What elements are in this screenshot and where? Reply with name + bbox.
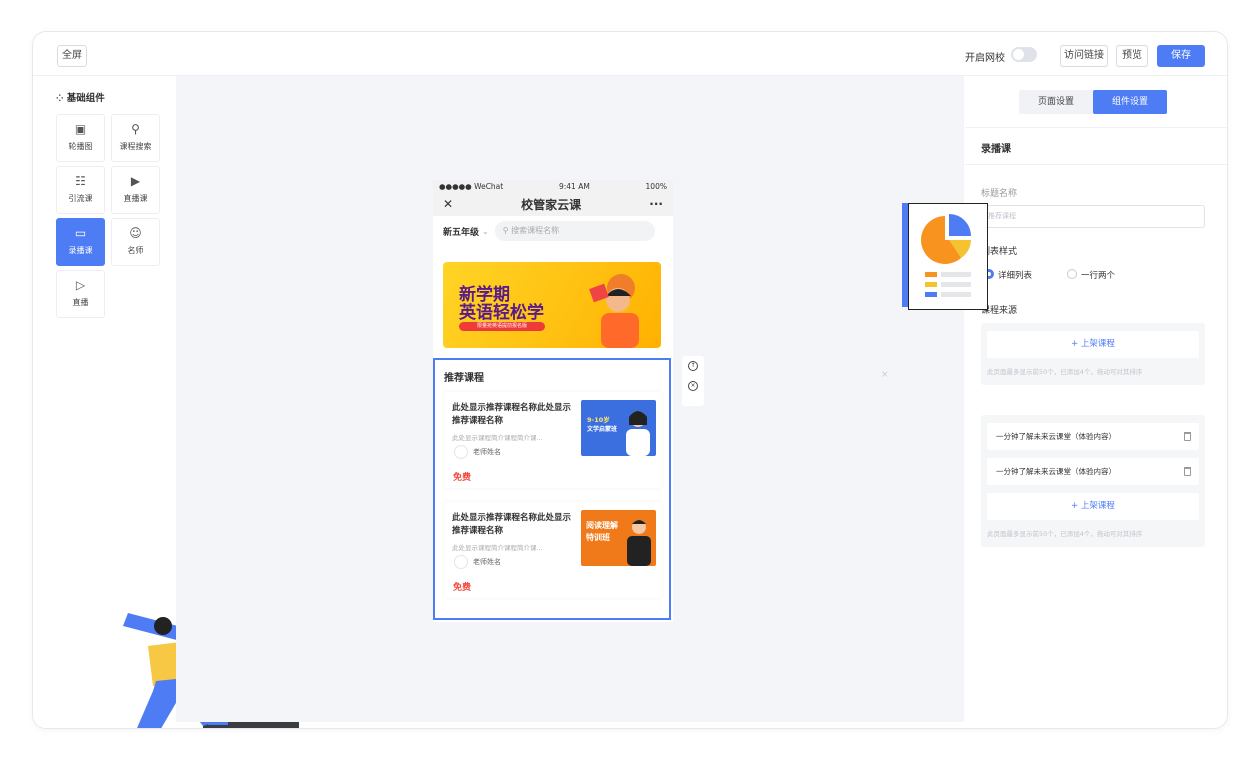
trash-icon[interactable] — [1184, 467, 1191, 476]
course-card[interactable]: 此处显示推荐课程名称此处显示推荐课程名称 此处显示课程简介课程简介课... 老师… — [444, 392, 662, 488]
course-search-input[interactable]: ⚲ 搜索课程名称 — [494, 221, 655, 241]
chevron-down-icon: ⌄ — [482, 226, 489, 236]
recommend-section[interactable]: 推荐课程 此处显示推荐课程名称此处显示推荐课程名称 此处显示课程简介课程简介课.… — [433, 358, 671, 620]
play-icon: ▷ — [75, 278, 86, 292]
settings-panel: 页面设置 组件设置 录播课 标题名称 推荐课程 列表样式 详细列表 一行两个 课… — [965, 76, 1227, 728]
editor-canvas: ●●●●● WeChat 9:41 AM 100% ✕ 校管家云课 ··· 新五… — [176, 76, 964, 722]
phone-title-bar: ✕ 校管家云课 ··· — [433, 192, 673, 216]
add-course-button[interactable]: + 上架课程 — [987, 493, 1199, 520]
title-name-input[interactable]: 推荐课程 — [981, 205, 1205, 228]
banner-boy-illustration — [589, 274, 639, 348]
teacher-icon: ☺ — [129, 226, 142, 240]
tab-component-settings[interactable]: 组件设置 — [1093, 90, 1167, 114]
banner-line2: 英语轻松学 — [459, 303, 544, 323]
component-controls: ↑ × — [682, 356, 704, 406]
component-recorded-course[interactable]: ▭ 录播课 — [56, 218, 105, 266]
promo-banner[interactable]: 新学期 英语轻松学 限量抢英语提前报名版 — [443, 262, 661, 348]
tab-page-settings[interactable]: 页面设置 — [1019, 90, 1093, 114]
course-name: 此处显示推荐课程名称此处显示推荐课程名称 — [452, 403, 572, 426]
course-thumbnail: 阅读理解 特训班 — [581, 510, 656, 566]
course-desc: 此处显示课程简介课程简介课... — [452, 434, 543, 442]
course-price: 免费 — [453, 473, 472, 483]
course-source-box: + 上架课程 此页面最多显示前50个，已添加4个，拖动可对其排序 — [981, 323, 1205, 385]
canvas-close-icon[interactable]: × — [881, 370, 889, 380]
course-hint: 此页面最多显示前50个，已添加4个，拖动可对其排序 — [987, 530, 1143, 538]
fullscreen-button[interactable]: 全屏 — [57, 45, 87, 67]
toolbar: 全屏 开启网校 访问链接 预览 保存 — [33, 32, 1227, 76]
component-teacher[interactable]: ☺ 名师 — [111, 218, 160, 266]
course-list-item[interactable]: 一分钟了解未来云课堂（体验内容） — [987, 423, 1199, 450]
section-title: 录播课 — [981, 144, 1011, 155]
record-icon: ▭ — [74, 226, 87, 240]
component-carousel[interactable]: ▣ 轮播图 — [56, 114, 105, 162]
radio-icon — [1067, 269, 1077, 279]
course-thumbnail: 9-10岁 文学启蒙班 — [581, 400, 656, 456]
settings-tabs: 页面设置 组件设置 — [1019, 90, 1167, 114]
battery-label: 100% — [645, 181, 667, 191]
component-live-course[interactable]: ▶ 直播课 — [111, 166, 160, 214]
visit-link-button[interactable]: 访问链接 — [1060, 45, 1108, 67]
image-icon: ▣ — [74, 122, 87, 136]
time-label: 9:41 AM — [558, 181, 590, 191]
title-name-label: 标题名称 — [981, 189, 1018, 199]
option-detail-list[interactable]: 详细列表 — [984, 269, 1032, 281]
recommend-title: 推荐课程 — [444, 373, 484, 384]
avatar — [454, 445, 468, 459]
remove-icon[interactable]: × — [688, 381, 698, 391]
course-desc: 此处显示课程简介课程简介课... — [452, 544, 543, 552]
add-course-button[interactable]: + 上架课程 — [987, 331, 1199, 358]
more-icon[interactable]: ··· — [649, 197, 663, 211]
phone-title: 校管家云课 — [521, 197, 582, 212]
course-hint: 此页面最多显示前50个，已添加4个，拖动可对其排序 — [987, 368, 1143, 376]
phone-status-bar: ●●●●● WeChat 9:41 AM 100% — [433, 180, 673, 192]
component-panel-title: ⁘ 基础组件 — [56, 93, 105, 104]
list-icon: ☷ — [75, 174, 86, 188]
component-course-search[interactable]: ⚲ 课程搜索 — [111, 114, 160, 162]
course-name: 此处显示推荐课程名称此处显示推荐课程名称 — [452, 513, 572, 536]
pie-chart-card — [908, 203, 988, 310]
option-two-per-row[interactable]: 一行两个 — [1067, 269, 1115, 281]
open-school-label: 开启网校 — [965, 53, 1005, 64]
teacher-name: 老师姓名 — [473, 558, 501, 566]
close-icon[interactable]: ✕ — [443, 197, 453, 211]
component-live[interactable]: ▷ 直播 — [56, 270, 105, 318]
teacher-name: 老师姓名 — [473, 448, 501, 456]
component-lead-course[interactable]: ☷ 引流课 — [56, 166, 105, 214]
carrier-label: ●●●●● WeChat — [439, 181, 504, 191]
grid-icon: ⁘ — [56, 94, 67, 104]
banner-pill: 限量抢英语提前报名版 — [459, 322, 545, 331]
avatar — [454, 555, 468, 569]
preview-button[interactable]: 预览 — [1116, 45, 1148, 67]
save-button[interactable]: 保存 — [1157, 45, 1205, 67]
course-price: 免费 — [453, 583, 472, 593]
course-card[interactable]: 此处显示推荐课程名称此处显示推荐课程名称 此处显示课程简介课程简介课... 老师… — [444, 502, 662, 598]
grade-selector[interactable]: 新五年级 — [443, 225, 479, 238]
live-icon: ▶ — [130, 174, 141, 188]
app-window: 全屏 开启网校 访问链接 预览 保存 ⁘ 基础组件 ▣ 轮播图 ⚲ 课程搜索 ☷ 引流… — [32, 31, 1228, 729]
course-list-box: 一分钟了解未来云课堂（体验内容） 一分钟了解未来云课堂（体验内容） + 上架课程… — [981, 415, 1205, 547]
open-school-toggle[interactable] — [1011, 47, 1037, 62]
component-panel: ⁘ 基础组件 ▣ 轮播图 ⚲ 课程搜索 ☷ 引流课 ▶ 直播课 ▭ 录播课 ☺ 名师 ▷ 直播 — [33, 76, 299, 728]
phone-preview: ●●●●● WeChat 9:41 AM 100% ✕ 校管家云课 ··· 新五… — [433, 180, 673, 622]
phone-search-row: 新五年级 ⌄ ⚲ 搜索课程名称 — [433, 216, 673, 246]
course-list-item[interactable]: 一分钟了解未来云课堂（体验内容） — [987, 458, 1199, 485]
search-icon: ⚲ — [502, 226, 512, 235]
arrow-up-icon[interactable]: ↑ — [688, 361, 698, 371]
trash-icon[interactable] — [1184, 432, 1191, 441]
search-icon: ⚲ — [131, 122, 140, 136]
pie-chart-icon — [921, 214, 971, 297]
